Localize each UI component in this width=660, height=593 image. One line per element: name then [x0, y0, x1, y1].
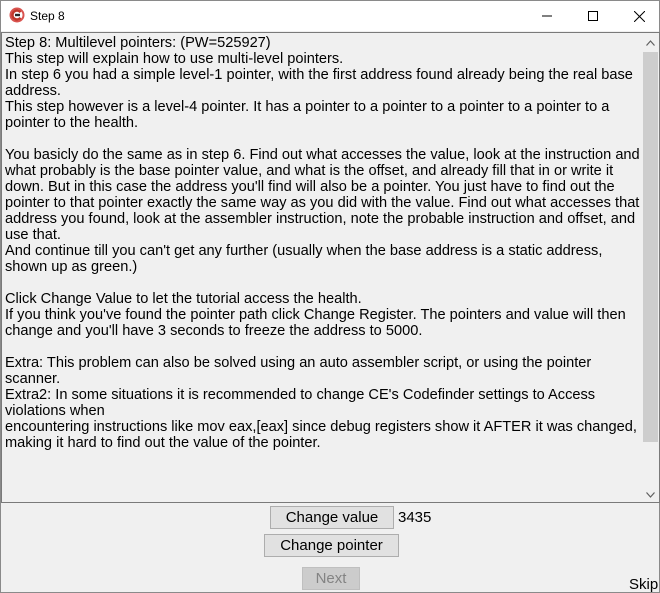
close-icon: [633, 10, 645, 22]
next-button: Next: [302, 567, 360, 590]
change-value-button[interactable]: Change value: [270, 506, 394, 529]
window-title: Step 8: [30, 9, 65, 23]
cheat-engine-icon: [9, 7, 25, 23]
maximize-button[interactable]: [570, 1, 616, 31]
chevron-down-icon: [646, 485, 655, 503]
scroll-thumb[interactable]: [643, 52, 658, 442]
scroll-down-button[interactable]: [642, 485, 659, 502]
minimize-icon: [542, 11, 552, 21]
skip-link[interactable]: Skip: [629, 576, 658, 593]
scroll-up-button[interactable]: [642, 33, 659, 50]
change-pointer-button[interactable]: Change pointer: [264, 534, 399, 557]
chevron-up-icon: [646, 33, 655, 51]
close-button[interactable]: [616, 1, 660, 31]
instructions-text[interactable]: Step 8: Multilevel pointers: (PW=525927)…: [3, 35, 643, 501]
instructions-memo[interactable]: Step 8: Multilevel pointers: (PW=525927)…: [1, 32, 660, 503]
maximize-icon: [588, 11, 598, 21]
title-bar[interactable]: Step 8: [1, 1, 659, 31]
current-value-label: 3435: [398, 509, 432, 526]
minimize-button[interactable]: [524, 1, 570, 31]
vertical-scrollbar[interactable]: [642, 33, 659, 502]
tutorial-window: Step 8 Step 8: Multilevel pointers: (PW=…: [0, 0, 660, 593]
